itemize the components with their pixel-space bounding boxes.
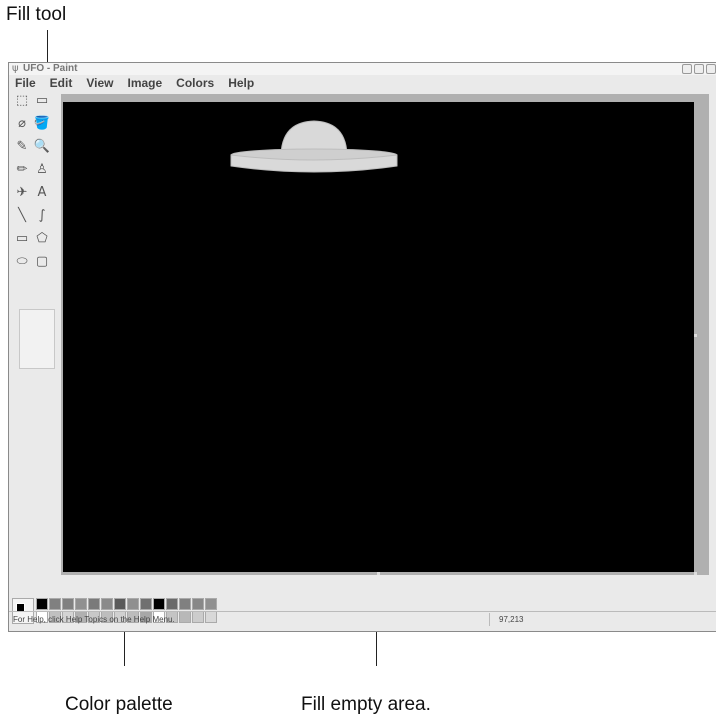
rounded-rectangle-icon[interactable]: ▢	[33, 252, 51, 270]
color-swatch[interactable]	[114, 598, 126, 610]
color-swatch[interactable]	[101, 598, 113, 610]
color-swatch[interactable]	[75, 598, 87, 610]
magnifier-icon[interactable]: 🔍	[33, 137, 51, 155]
color-swatch[interactable]	[166, 598, 178, 610]
pencil-icon[interactable]: ✏	[13, 160, 31, 178]
paint-window: ψ UFO - Paint File Edit View Image Color…	[8, 62, 716, 632]
color-swatch[interactable]	[88, 598, 100, 610]
free-form-select-icon[interactable]: ⬚	[13, 91, 31, 109]
canvas-resize-handle-bottom[interactable]	[377, 572, 380, 575]
pick-color-icon[interactable]: ✎	[13, 137, 31, 155]
ufo-drawing	[230, 120, 398, 173]
canvas-area	[61, 94, 709, 575]
color-palette-leader-line	[124, 629, 125, 666]
fill-empty-area-callout: Fill empty area.	[301, 694, 431, 715]
menu-colors[interactable]: Colors	[176, 76, 214, 90]
polygon-icon[interactable]: ⬠	[33, 229, 51, 247]
select-icon[interactable]: ▭	[33, 91, 51, 109]
status-bar: For Help, click Help Topics on the Help …	[9, 611, 716, 627]
color-swatch[interactable]	[205, 598, 217, 610]
color-swatch[interactable]	[36, 598, 48, 610]
window-title: UFO - Paint	[23, 63, 78, 74]
tool-box: ⬚ ▭ ⌀ 🪣 ✎ 🔍 ✏ ♙ ✈ A ╲ ∫ ▭ ⬠ ⬭ ▢	[11, 91, 57, 369]
color-swatch[interactable]	[49, 598, 61, 610]
fill-icon[interactable]: 🪣	[33, 114, 51, 132]
color-swatch[interactable]	[140, 598, 152, 610]
close-icon[interactable]	[706, 64, 716, 74]
status-coordinates: 97,213	[499, 615, 524, 624]
color-palette-callout: Color palette	[65, 694, 173, 715]
eraser-icon[interactable]: ⌀	[13, 114, 31, 132]
fill-tool-callout: Fill tool	[6, 4, 67, 25]
maximize-icon[interactable]	[694, 64, 704, 74]
menu-view[interactable]: View	[86, 76, 113, 90]
ellipse-icon[interactable]: ⬭	[13, 252, 31, 270]
brush-icon[interactable]: ♙	[33, 160, 51, 178]
curve-icon[interactable]: ∫	[33, 206, 51, 224]
drawing-canvas[interactable]	[63, 102, 694, 572]
color-swatch[interactable]	[153, 598, 165, 610]
menu-bar: File Edit View Image Colors Help	[9, 76, 716, 90]
title-bar: ψ UFO - Paint	[9, 63, 716, 75]
menu-edit[interactable]: Edit	[50, 76, 73, 90]
rectangle-icon[interactable]: ▭	[13, 229, 31, 247]
menu-help[interactable]: Help	[228, 76, 254, 90]
status-help-text: For Help, click Help Topics on the Help …	[13, 615, 175, 624]
paint-app-icon: ψ	[12, 63, 19, 74]
color-swatch[interactable]	[179, 598, 191, 610]
minimize-icon[interactable]	[682, 64, 692, 74]
canvas-resize-handle-right[interactable]	[694, 334, 697, 337]
color-swatch[interactable]	[192, 598, 204, 610]
canvas-resize-handle-corner[interactable]	[694, 572, 697, 575]
text-icon[interactable]: A	[33, 183, 51, 201]
color-swatch[interactable]	[62, 598, 74, 610]
menu-file[interactable]: File	[15, 76, 36, 90]
status-divider	[489, 613, 490, 626]
tool-options-box[interactable]	[19, 309, 55, 369]
airbrush-icon[interactable]: ✈	[13, 183, 31, 201]
menu-image[interactable]: Image	[127, 76, 162, 90]
color-swatch[interactable]	[127, 598, 139, 610]
line-icon[interactable]: ╲	[13, 206, 31, 224]
